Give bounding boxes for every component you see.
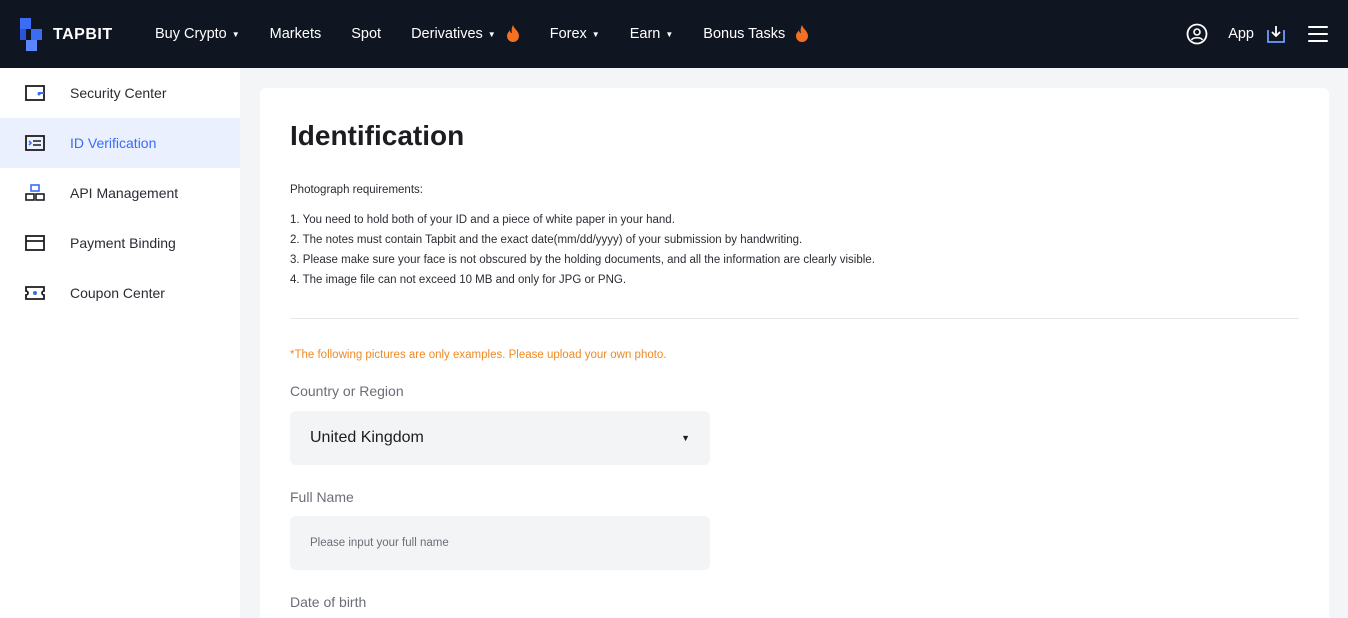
nav-label: Earn [629, 26, 661, 42]
api-icon [24, 184, 46, 202]
nav-markets[interactable]: Markets [270, 26, 322, 42]
requirements-list: 1. You need to hold both of your ID and … [290, 210, 875, 290]
requirement-item: 4. The image file can not exceed 10 MB a… [290, 274, 627, 286]
flame-hot-icon [506, 25, 519, 42]
nav-label: Derivatives [411, 26, 483, 42]
caret-down-icon: ▼ [665, 29, 674, 39]
brand-name: TAPBIT [53, 25, 113, 43]
nav-bonus-tasks[interactable]: Bonus Tasks [703, 25, 809, 43]
nav-buy-crypto[interactable]: Buy Crypto ▼ [155, 26, 240, 42]
coupon-icon [24, 284, 46, 302]
id-card-icon [24, 134, 46, 152]
caret-down-icon: ▼ [487, 29, 496, 39]
nav-earn[interactable]: Earn ▼ [630, 26, 674, 42]
country-select[interactable]: United Kingdom ▼ [290, 411, 710, 465]
sidebar-item-label: API Management [70, 185, 179, 201]
user-account-icon[interactable] [1186, 23, 1208, 45]
tapbit-logo[interactable]: TAPBIT [20, 18, 113, 51]
requirements-heading: Photograph requirements: [290, 184, 423, 196]
section-divider [290, 318, 1299, 319]
nav-label: Markets [269, 26, 322, 42]
card-icon [24, 234, 46, 252]
nav-spot[interactable]: Spot [351, 26, 381, 42]
caret-down-icon: ▼ [681, 433, 690, 443]
sidebar-item-label: ID Verification [70, 135, 157, 151]
hamburger-menu-icon[interactable] [1308, 26, 1328, 42]
sidebar-item-label: Payment Binding [70, 235, 176, 251]
tapbit-logo-mark-icon [20, 18, 45, 51]
page-title: Identification [290, 120, 465, 151]
header-tools: App [1186, 0, 1328, 68]
flame-hot-icon [796, 25, 809, 42]
requirement-item: 2. The notes must contain Tapbit and the… [290, 234, 803, 246]
full-name-input[interactable] [290, 516, 710, 570]
nav-derivatives[interactable]: Derivatives ▼ [411, 25, 520, 43]
sidebar-item-label: Coupon Center [70, 285, 165, 301]
account-sidebar: Security Center ID Verification API Mana… [0, 68, 240, 618]
sidebar-item-api-management[interactable]: API Management [0, 168, 240, 218]
requirement-item: 1. You need to hold both of your ID and … [290, 214, 675, 226]
full-name-label: Full Name [290, 489, 354, 505]
nav-label: Spot [351, 26, 382, 42]
sidebar-item-coupon-center[interactable]: Coupon Center [0, 268, 240, 318]
sidebar-item-label: Security Center [70, 85, 167, 101]
caret-down-icon: ▼ [231, 29, 240, 39]
sidebar-item-payment-binding[interactable]: Payment Binding [0, 218, 240, 268]
example-note: *The following pictures are only example… [290, 349, 667, 361]
app-link[interactable]: App [1228, 26, 1254, 42]
nav-label: Bonus Tasks [703, 26, 786, 42]
top-navigation-bar: TAPBIT Buy Crypto ▼ Markets Spot Derivat… [0, 0, 1348, 68]
sidebar-item-id-verification[interactable]: ID Verification [0, 118, 240, 168]
nav-label: Buy Crypto [155, 26, 227, 42]
identification-card: Identification Photograph requirements: … [260, 88, 1329, 618]
country-selected-value: United Kingdom [310, 429, 424, 446]
requirement-item: 3. Please make sure your face is not obs… [290, 254, 875, 266]
caret-down-icon: ▼ [591, 29, 600, 39]
nav-label: Forex [549, 26, 587, 42]
download-app-icon[interactable] [1266, 24, 1286, 44]
country-label: Country or Region [290, 383, 404, 399]
sidebar-item-security-center[interactable]: Security Center [0, 68, 240, 118]
nav-forex[interactable]: Forex ▼ [550, 26, 600, 42]
wallet-icon [24, 84, 46, 102]
date-of-birth-label: Date of birth [290, 594, 367, 610]
main-nav: Buy Crypto ▼ Markets Spot Derivatives ▼ … [155, 0, 839, 68]
